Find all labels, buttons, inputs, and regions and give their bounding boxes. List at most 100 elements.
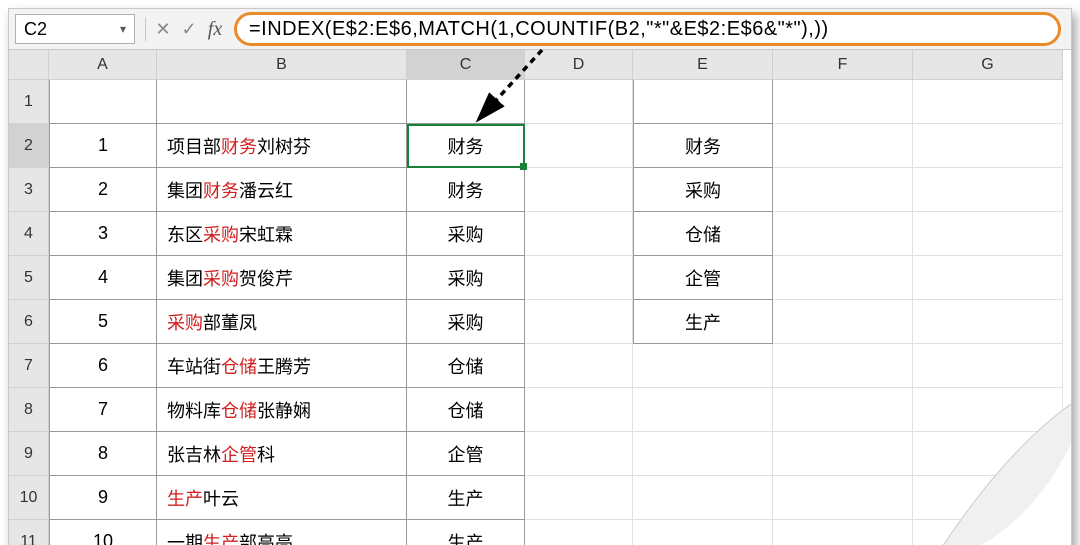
column-header-A[interactable]: A bbox=[49, 50, 157, 80]
cell-B6[interactable]: 采购部董凤 bbox=[157, 300, 407, 344]
cell-G8[interactable] bbox=[913, 388, 1063, 432]
cell-E5[interactable]: 企管 bbox=[633, 256, 773, 300]
cell-B4[interactable]: 东区采购宋虹霖 bbox=[157, 212, 407, 256]
cell-F11[interactable] bbox=[773, 520, 913, 545]
cell-G3[interactable] bbox=[913, 168, 1063, 212]
column-header-D[interactable]: D bbox=[525, 50, 633, 80]
cell-B5[interactable]: 集团采购贺俊芹 bbox=[157, 256, 407, 300]
row-header[interactable]: 5 bbox=[9, 256, 49, 300]
cell-C7[interactable]: 仓储 bbox=[407, 344, 525, 388]
column-header-C[interactable]: C bbox=[407, 50, 525, 80]
cell-C8[interactable]: 仓储 bbox=[407, 388, 525, 432]
cell-E2[interactable]: 财务 bbox=[633, 124, 773, 168]
name-box[interactable]: C2 ▾ bbox=[15, 14, 135, 44]
cell-A8[interactable]: 7 bbox=[49, 388, 157, 432]
cell-G4[interactable] bbox=[913, 212, 1063, 256]
cell-E7[interactable] bbox=[633, 344, 773, 388]
row-header[interactable]: 10 bbox=[9, 476, 49, 520]
cell-E6[interactable]: 生产 bbox=[633, 300, 773, 344]
cell-A5[interactable]: 4 bbox=[49, 256, 157, 300]
cancel-icon[interactable]: ✕ bbox=[150, 16, 176, 42]
cell-B1[interactable]: 姓名 bbox=[157, 80, 407, 124]
row-header[interactable]: 6 bbox=[9, 300, 49, 344]
cell-C6[interactable]: 采购 bbox=[407, 300, 525, 344]
cell-F4[interactable] bbox=[773, 212, 913, 256]
row-header[interactable]: 4 bbox=[9, 212, 49, 256]
cell-E10[interactable] bbox=[633, 476, 773, 520]
cell-E4[interactable]: 仓储 bbox=[633, 212, 773, 256]
cell-F10[interactable] bbox=[773, 476, 913, 520]
cell-C5[interactable]: 采购 bbox=[407, 256, 525, 300]
cell-D9[interactable] bbox=[525, 432, 633, 476]
cell-D7[interactable] bbox=[525, 344, 633, 388]
cell-C2[interactable]: 财务 bbox=[407, 124, 525, 168]
column-header-F[interactable]: F bbox=[773, 50, 913, 80]
row-header[interactable]: 1 bbox=[9, 80, 49, 124]
select-all-corner[interactable] bbox=[9, 50, 49, 80]
cell-A11[interactable]: 10 bbox=[49, 520, 157, 545]
spreadsheet-grid[interactable]: A B C D E F G 1序号姓名部门部门21项目部财务刘树芬财务财务32集… bbox=[8, 50, 1072, 545]
cell-F6[interactable] bbox=[773, 300, 913, 344]
cell-G10[interactable] bbox=[913, 476, 1063, 520]
cell-A4[interactable]: 3 bbox=[49, 212, 157, 256]
cell-A3[interactable]: 2 bbox=[49, 168, 157, 212]
row-header[interactable]: 9 bbox=[9, 432, 49, 476]
cell-E1[interactable]: 部门 bbox=[633, 80, 773, 124]
formula-input[interactable]: =INDEX(E$2:E$6,MATCH(1,COUNTIF(B2,"*"&E$… bbox=[234, 12, 1061, 46]
cell-E9[interactable] bbox=[633, 432, 773, 476]
cell-A2[interactable]: 1 bbox=[49, 124, 157, 168]
cell-E11[interactable] bbox=[633, 520, 773, 545]
cell-F2[interactable] bbox=[773, 124, 913, 168]
cell-B9[interactable]: 张吉林企管科 bbox=[157, 432, 407, 476]
cell-G2[interactable] bbox=[913, 124, 1063, 168]
cell-F1[interactable] bbox=[773, 80, 913, 124]
cell-G11[interactable] bbox=[913, 520, 1063, 545]
cell-D6[interactable] bbox=[525, 300, 633, 344]
cell-D8[interactable] bbox=[525, 388, 633, 432]
cell-B11[interactable]: 一期生产部高亮 bbox=[157, 520, 407, 545]
cell-D3[interactable] bbox=[525, 168, 633, 212]
cell-F8[interactable] bbox=[773, 388, 913, 432]
cell-B3[interactable]: 集团财务潘云红 bbox=[157, 168, 407, 212]
cell-D5[interactable] bbox=[525, 256, 633, 300]
cell-D2[interactable] bbox=[525, 124, 633, 168]
enter-icon[interactable]: ✓ bbox=[176, 16, 202, 42]
cell-C10[interactable]: 生产 bbox=[407, 476, 525, 520]
cell-F3[interactable] bbox=[773, 168, 913, 212]
cell-D11[interactable] bbox=[525, 520, 633, 545]
cell-D4[interactable] bbox=[525, 212, 633, 256]
column-header-G[interactable]: G bbox=[913, 50, 1063, 80]
cell-B2[interactable]: 项目部财务刘树芬 bbox=[157, 124, 407, 168]
cell-G7[interactable] bbox=[913, 344, 1063, 388]
row-header[interactable]: 7 bbox=[9, 344, 49, 388]
cell-C3[interactable]: 财务 bbox=[407, 168, 525, 212]
row-header[interactable]: 8 bbox=[9, 388, 49, 432]
cell-B7[interactable]: 车站街仓储王腾芳 bbox=[157, 344, 407, 388]
cell-C4[interactable]: 采购 bbox=[407, 212, 525, 256]
column-header-E[interactable]: E bbox=[633, 50, 773, 80]
cell-G9[interactable] bbox=[913, 432, 1063, 476]
row-header[interactable]: 2 bbox=[9, 124, 49, 168]
cell-D10[interactable] bbox=[525, 476, 633, 520]
row-header[interactable]: 11 bbox=[9, 520, 49, 545]
cell-E8[interactable] bbox=[633, 388, 773, 432]
cell-C11[interactable]: 生产 bbox=[407, 520, 525, 545]
cell-A1[interactable]: 序号 bbox=[49, 80, 157, 124]
cell-A10[interactable]: 9 bbox=[49, 476, 157, 520]
column-header-B[interactable]: B bbox=[157, 50, 407, 80]
row-header[interactable]: 3 bbox=[9, 168, 49, 212]
cell-F9[interactable] bbox=[773, 432, 913, 476]
cell-G1[interactable] bbox=[913, 80, 1063, 124]
cell-A9[interactable]: 8 bbox=[49, 432, 157, 476]
cell-C1[interactable]: 部门 bbox=[407, 80, 525, 124]
cell-F7[interactable] bbox=[773, 344, 913, 388]
fx-icon[interactable]: fx bbox=[202, 16, 228, 42]
name-box-dropdown-icon[interactable]: ▾ bbox=[120, 22, 126, 36]
cell-B10[interactable]: 生产叶云 bbox=[157, 476, 407, 520]
cell-A7[interactable]: 6 bbox=[49, 344, 157, 388]
cell-A6[interactable]: 5 bbox=[49, 300, 157, 344]
cell-B8[interactable]: 物料库仓储张静娴 bbox=[157, 388, 407, 432]
cell-G6[interactable] bbox=[913, 300, 1063, 344]
cell-F5[interactable] bbox=[773, 256, 913, 300]
cell-D1[interactable] bbox=[525, 80, 633, 124]
